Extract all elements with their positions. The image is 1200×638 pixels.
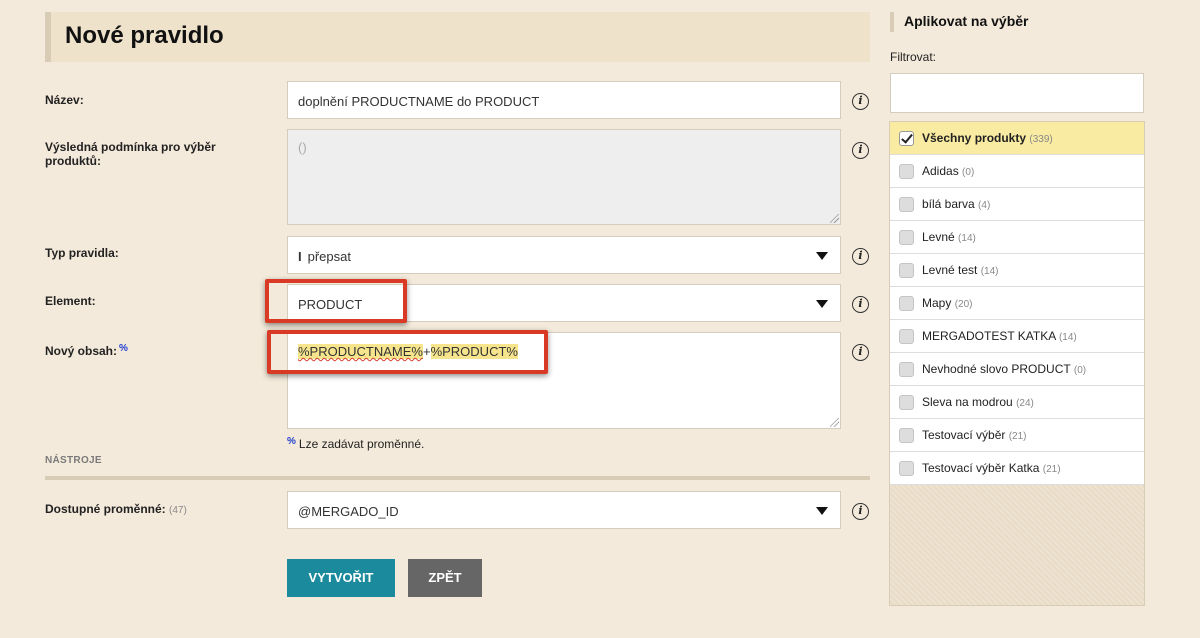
checkbox[interactable]	[899, 197, 914, 212]
rule-type-label: Typ pravidla:	[45, 246, 119, 260]
list-item[interactable]: MERGADOTEST KATKA (14)	[890, 320, 1144, 353]
chevron-down-icon	[816, 252, 828, 260]
highlight-box-element	[265, 279, 407, 323]
list-item[interactable]: Všechny produkty (339)	[890, 122, 1144, 155]
new-content-label: Nový obsah:%	[45, 343, 128, 358]
create-button[interactable]: VYTVOŘIT	[287, 559, 395, 597]
checkbox[interactable]	[899, 461, 914, 476]
back-button[interactable]: ZPĚT	[408, 559, 482, 597]
resize-handle-icon[interactable]	[830, 418, 839, 427]
info-icon[interactable]: i	[852, 296, 869, 313]
list-item[interactable]: Levné test (14)	[890, 254, 1144, 287]
list-item[interactable]: bílá barva (4)	[890, 188, 1144, 221]
name-label: Název:	[45, 93, 84, 107]
section-divider	[45, 476, 870, 480]
chevron-down-icon	[816, 507, 828, 515]
list-item[interactable]: Testovací výběr Katka (21)	[890, 452, 1144, 485]
resize-handle-icon[interactable]	[830, 214, 839, 223]
variables-count: (47)	[169, 505, 187, 516]
name-input[interactable]: doplnění PRODUCTNAME do PRODUCT	[287, 81, 841, 119]
checkbox[interactable]	[899, 296, 914, 311]
variables-value: @MERGADO_ID	[298, 504, 399, 519]
checkbox[interactable]	[899, 164, 914, 179]
filter-label: Filtrovat:	[890, 50, 937, 64]
checkbox[interactable]	[899, 362, 914, 377]
condition-textarea: ()	[287, 129, 841, 225]
checkbox[interactable]	[899, 263, 914, 278]
rule-type-select[interactable]: Ipřepsat	[287, 236, 841, 274]
variables-hint: % Lze zadávat proměnné.	[287, 436, 425, 451]
variables-marker: %	[287, 436, 296, 447]
page-title-bar: Nové pravidlo	[45, 12, 870, 62]
list-item[interactable]: Nevhodné slovo PRODUCT (0)	[890, 353, 1144, 386]
highlight-box-content	[267, 330, 548, 374]
checkbox[interactable]	[899, 329, 914, 344]
info-icon[interactable]: i	[852, 344, 869, 361]
chevron-down-icon	[816, 300, 828, 308]
condition-value: ()	[298, 140, 307, 155]
filter-input[interactable]	[890, 73, 1144, 113]
tools-section-heading: NÁSTROJE	[45, 455, 102, 466]
variables-marker: %	[119, 343, 128, 354]
text-cursor-icon: I	[298, 249, 302, 264]
checkbox[interactable]	[899, 395, 914, 410]
list-item[interactable]: Adidas (0)	[890, 155, 1144, 188]
element-label: Element:	[45, 294, 96, 308]
list-item[interactable]: Levné (14)	[890, 221, 1144, 254]
condition-label: Výsledná podmínka pro výběr produktů:	[45, 140, 216, 168]
info-icon[interactable]: i	[852, 248, 869, 265]
name-value: doplnění PRODUCTNAME do PRODUCT	[298, 94, 540, 109]
rule-type-value: přepsat	[307, 249, 351, 264]
selection-list: Všechny produkty (339) Adidas (0) bílá b…	[889, 121, 1145, 606]
variables-label: Dostupné proměnné: (47)	[45, 502, 187, 516]
apply-selection-title: Aplikovat na výběr	[890, 12, 1029, 32]
info-icon[interactable]: i	[852, 503, 869, 520]
checkbox[interactable]	[899, 230, 914, 245]
info-icon[interactable]: i	[852, 93, 869, 110]
info-icon[interactable]: i	[852, 142, 869, 159]
checkbox-checked[interactable]	[899, 131, 914, 146]
list-item[interactable]: Testovací výběr (21)	[890, 419, 1144, 452]
page-title: Nové pravidlo	[65, 22, 224, 49]
list-item[interactable]: Mapy (20)	[890, 287, 1144, 320]
variables-select[interactable]: @MERGADO_ID	[287, 491, 841, 529]
checkbox[interactable]	[899, 428, 914, 443]
list-item[interactable]: Sleva na modrou (24)	[890, 386, 1144, 419]
